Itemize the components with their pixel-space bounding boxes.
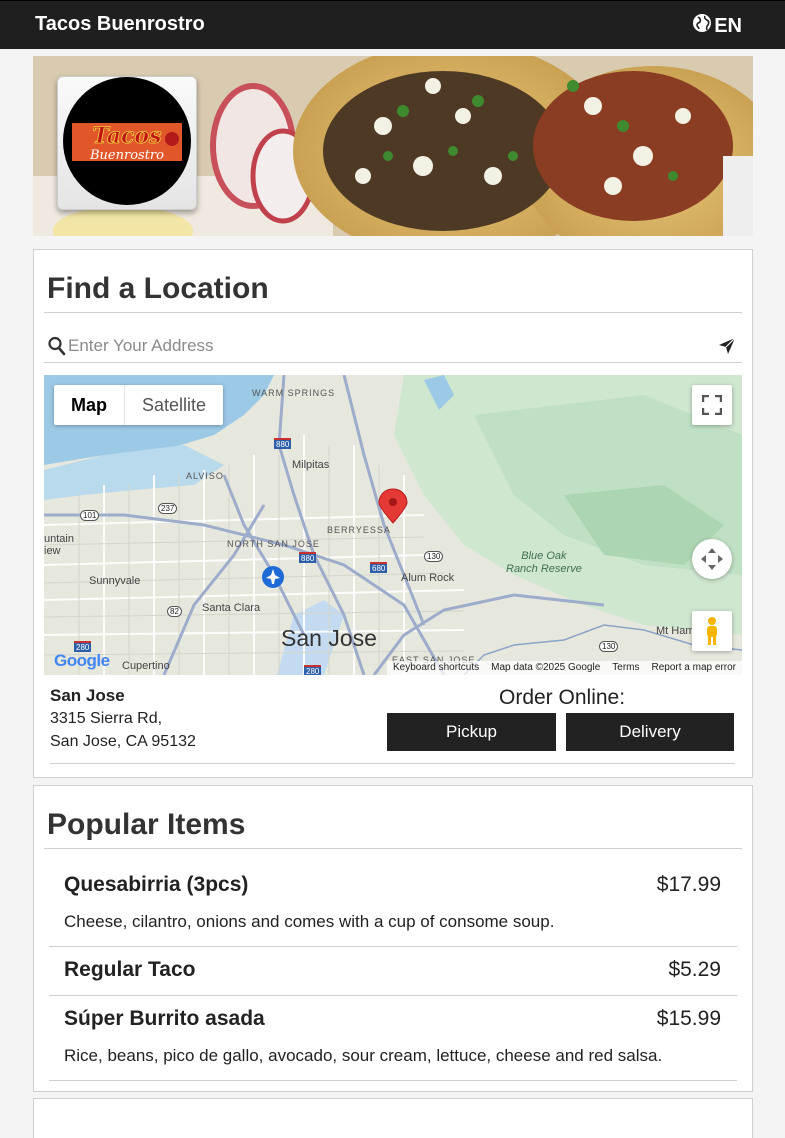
keyboard-shortcuts-link[interactable]: Keyboard shortcuts: [393, 661, 479, 675]
search-icon: [48, 336, 66, 361]
map-attribution: Keyboard shortcuts Map data ©2025 Google…: [386, 661, 742, 675]
svg-text:Tacos: Tacos: [93, 123, 162, 149]
map-label: untain iew: [44, 533, 74, 557]
map-label: San Jose: [281, 625, 377, 651]
fullscreen-icon: [702, 395, 722, 415]
menu-item-description: Rice, beans, pico de gallo, avocado, sou…: [64, 1046, 663, 1065]
location-map[interactable]: WARM SPRINGS Milpitas ALVISO BERRYESSA N…: [44, 375, 742, 675]
route-shield: 130: [599, 641, 619, 652]
street-view-pegman-button[interactable]: [692, 611, 732, 651]
find-location-panel: Find a Location Enter Your Address WARM …: [33, 249, 753, 778]
divider: [44, 848, 742, 849]
map-label: Alum Rock: [401, 572, 455, 584]
menu-item-price: $15.99: [656, 1007, 721, 1030]
menu-item-name: Súper Burrito asada: [64, 1007, 265, 1030]
locate-me-arrow-icon[interactable]: [718, 337, 736, 360]
order-online-label: Order Online:: [499, 686, 626, 709]
map-label: NORTH SAN JOSE: [227, 539, 320, 549]
address-search-bar: [44, 330, 742, 363]
menu-item-name: Regular Taco: [64, 958, 196, 981]
route-shield: 280: [304, 665, 322, 675]
map-type-map-button[interactable]: Map: [54, 385, 124, 425]
map-label: Cupertino: [122, 660, 170, 672]
location-address-line2: San Jose, CA 95132: [50, 733, 196, 750]
divider: [49, 1080, 737, 1081]
location-name: San Jose: [50, 686, 125, 705]
route-shield: 130: [424, 551, 444, 562]
restaurant-logo: Tacos Buenrostro: [57, 76, 197, 210]
language-label: EN: [714, 14, 742, 37]
address-search-input[interactable]: [68, 333, 708, 359]
divider: [50, 763, 735, 764]
route-shield: 82: [167, 606, 182, 617]
report-map-error-link[interactable]: Report a map error: [652, 661, 736, 675]
menu-item-description: Cheese, cilantro, onions and comes with …: [64, 912, 555, 931]
language-selector[interactable]: EN: [692, 13, 742, 39]
svg-text:Buenrostro: Buenrostro: [89, 148, 164, 163]
pan-arrows-icon: [701, 548, 723, 570]
menu-item-price: $5.29: [668, 958, 721, 981]
map-type-control: Map Satellite: [54, 385, 224, 425]
divider: [44, 312, 742, 313]
find-location-title: Find a Location: [47, 272, 269, 305]
terms-link[interactable]: Terms: [612, 661, 639, 675]
menu-item-name: Quesabirria (3pcs): [64, 873, 249, 896]
pegman-icon: [707, 617, 717, 645]
menu-item-price: $17.99: [656, 873, 721, 896]
map-label: Sunnyvale: [89, 575, 141, 587]
map-label: WARM SPRINGS: [252, 388, 336, 398]
map-type-satellite-button[interactable]: Satellite: [124, 385, 223, 425]
top-nav-bar: Tacos Buenrostro EN: [0, 0, 785, 49]
pickup-button[interactable]: Pickup: [387, 713, 556, 751]
hero-banner: Tacos Buenrostro: [33, 56, 753, 236]
globe-icon: [692, 13, 712, 39]
map-label: Blue Oak Ranch Reserve: [506, 550, 582, 575]
route-shield: 237: [158, 503, 178, 514]
map-label: Milpitas: [292, 459, 330, 471]
divider: [49, 995, 737, 996]
camera-control-button[interactable]: [692, 539, 732, 579]
google-logo: Google: [54, 651, 110, 670]
divider: [49, 946, 737, 947]
route-shield: 680: [370, 562, 388, 573]
map-data-credit: Map data ©2025 Google: [491, 662, 601, 673]
fullscreen-button[interactable]: [692, 385, 732, 425]
map-label: ALVISO: [186, 471, 224, 481]
location-address-line1: 3315 Sierra Rd,: [50, 710, 163, 727]
popular-items-title: Popular Items: [47, 808, 246, 841]
brand-name[interactable]: Tacos Buenrostro: [35, 13, 205, 36]
delivery-button[interactable]: Delivery: [566, 713, 734, 751]
popular-items-panel: Popular Items Quesabirria (3pcs) $17.99 …: [33, 785, 753, 1092]
map-label: BERRYESSA: [327, 525, 391, 535]
route-shield: 880: [299, 552, 317, 563]
route-shield: 101: [80, 510, 100, 521]
map-label: Santa Clara: [202, 602, 261, 614]
route-shield: 880: [274, 438, 292, 449]
map-label: Mt Ham: [656, 625, 695, 637]
next-section-panel: [33, 1098, 753, 1138]
